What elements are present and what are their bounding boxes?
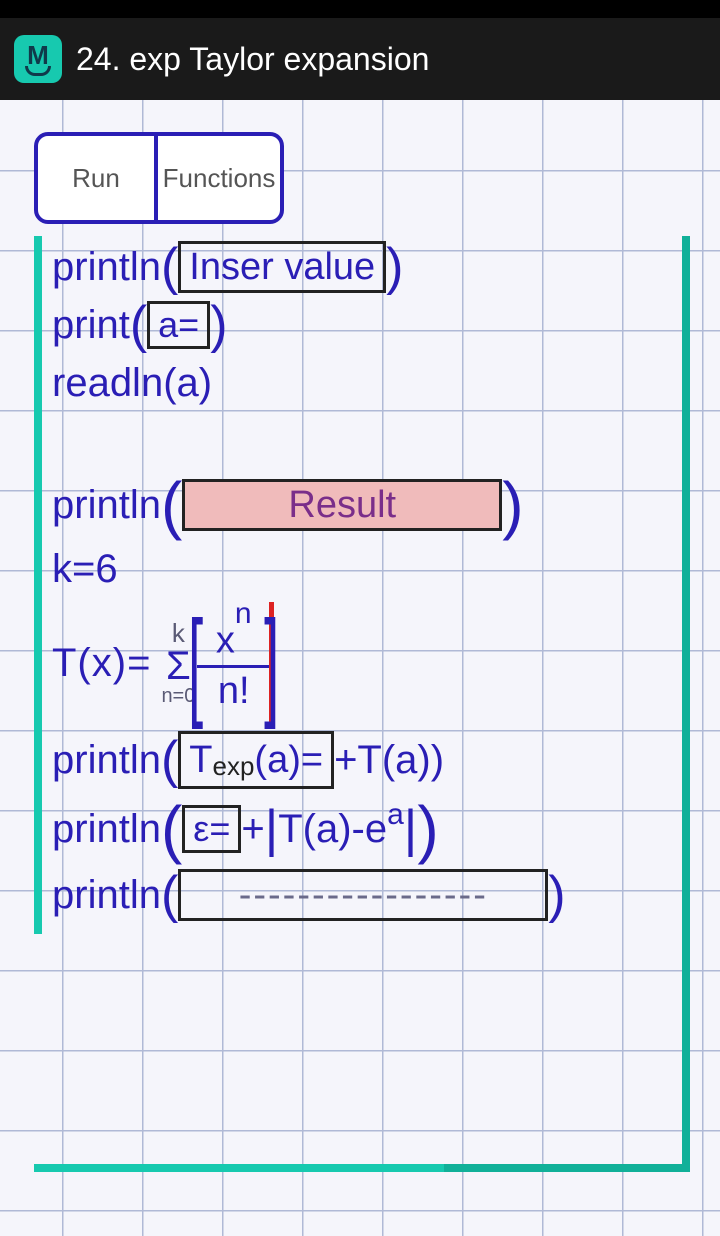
- fn-name: println: [52, 807, 161, 852]
- string-box[interactable]: -----------------: [178, 869, 548, 921]
- string-box[interactable]: Texp(a)=: [178, 731, 334, 789]
- page-title: 24. exp Taylor expansion: [76, 41, 429, 78]
- code-line[interactable]: println ( ----------------- ): [52, 866, 672, 924]
- app-icon: M: [14, 35, 62, 83]
- code-line[interactable]: println ( Result ): [52, 470, 672, 540]
- sum-lhs: T(x)=: [52, 641, 151, 686]
- string-box[interactable]: a=: [147, 301, 210, 349]
- code-line[interactable]: k=6: [52, 540, 672, 598]
- fraction-denominator: n!: [218, 670, 250, 713]
- fn-name: println: [52, 483, 161, 528]
- plus-text: +: [241, 807, 264, 852]
- code-text: +T(a)): [334, 738, 444, 783]
- fraction[interactable]: xn n!: [197, 613, 271, 713]
- blank-line: [52, 412, 672, 470]
- fn-name: println: [52, 738, 161, 783]
- sum-upper: k: [172, 620, 185, 646]
- abs-content: T(a)-ea: [278, 807, 404, 852]
- fraction-bar: [197, 665, 271, 668]
- code-line[interactable]: print ( a= ): [52, 296, 672, 354]
- code-text: readln(a): [52, 361, 212, 406]
- string-box[interactable]: ε=: [182, 805, 241, 853]
- frame-left: [34, 236, 42, 934]
- abs-close-icon: |: [404, 799, 418, 859]
- fn-name: println: [52, 245, 161, 290]
- string-box-result[interactable]: Result: [182, 479, 502, 531]
- fn-name: println: [52, 873, 161, 918]
- editor-canvas[interactable]: Run Functions println ( Inser value ) pr…: [0, 100, 720, 1236]
- summation-line[interactable]: T(x)= k Σ n=0 [ xn n! ]: [52, 598, 672, 728]
- code-area[interactable]: println ( Inser value ) print ( a= ) rea…: [52, 238, 672, 924]
- fraction-numerator: xn: [216, 613, 252, 663]
- fn-name: print: [52, 303, 130, 348]
- code-line[interactable]: println ( Texp(a)= +T(a)): [52, 728, 672, 792]
- run-button[interactable]: Run: [34, 132, 158, 224]
- frame-right: [682, 236, 690, 1172]
- frame-corner: [444, 1164, 690, 1172]
- string-box[interactable]: Inser value: [178, 241, 386, 293]
- code-line[interactable]: readln(a): [52, 354, 672, 412]
- code-line[interactable]: println ( ε= + | T(a)-ea | ): [52, 792, 672, 866]
- app-header: M 24. exp Taylor expansion: [0, 0, 720, 100]
- functions-button[interactable]: Functions: [154, 132, 284, 224]
- code-line[interactable]: println ( Inser value ): [52, 238, 672, 296]
- bracket-open-icon: [: [189, 609, 204, 717]
- code-text: k=6: [52, 547, 118, 592]
- abs-open-icon: |: [265, 799, 279, 859]
- bracket-close-icon: ]: [264, 609, 279, 717]
- toolbar: Run Functions: [34, 132, 284, 224]
